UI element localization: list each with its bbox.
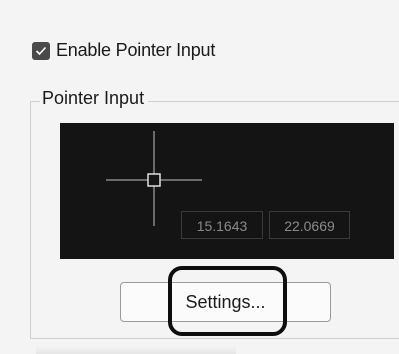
- enable-pointer-input-row[interactable]: Enable Pointer Input: [32, 40, 215, 61]
- y-coordinate-readout: 22.0669: [269, 211, 350, 239]
- pointer-input-group-title: Pointer Input: [40, 88, 149, 109]
- check-icon: [35, 46, 47, 55]
- settings-button[interactable]: Settings...: [120, 282, 331, 322]
- x-coordinate-readout: 15.1643: [181, 211, 263, 239]
- bottom-edge-fade: [36, 346, 236, 354]
- enable-pointer-input-label[interactable]: Enable Pointer Input: [56, 40, 215, 61]
- enable-pointer-input-checkbox[interactable]: [32, 41, 50, 60]
